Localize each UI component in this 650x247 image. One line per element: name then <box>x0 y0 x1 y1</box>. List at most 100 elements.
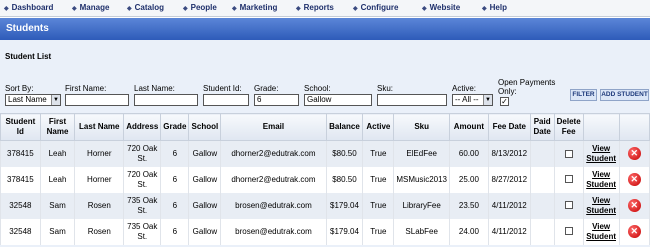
last-name-cell: Rosen <box>74 192 125 219</box>
col-amount[interactable]: Amount <box>449 113 489 141</box>
open-payments-label-2: Only: <box>498 87 517 96</box>
view-student-cell: View Student <box>582 218 620 245</box>
delete-cell: ✕ <box>618 140 650 167</box>
delete-fee-checkbox[interactable] <box>564 175 573 184</box>
col-grade[interactable]: Grade <box>160 113 190 141</box>
col-email[interactable]: Email <box>220 113 327 141</box>
email-cell: dhorner2@edutrak.com <box>220 166 327 193</box>
address-cell: 735 Oak St. <box>123 218 162 245</box>
open-payments-checkbox[interactable]: ✓ <box>500 97 509 106</box>
col-view <box>582 113 620 141</box>
view-student-link[interactable]: View Student <box>586 170 616 189</box>
table-row: 32548 Sam Rosen 735 Oak St. 6 Gallow bros… <box>0 218 650 245</box>
chevron-down-icon: ▼ <box>483 95 492 105</box>
filter-button[interactable]: FILTER <box>570 89 597 101</box>
delete-icon[interactable]: ✕ <box>627 225 641 238</box>
student-id-cell: 32548 <box>0 192 41 219</box>
grade-cell: 6 <box>160 218 190 245</box>
bullet-icon: ◆ <box>353 6 358 12</box>
active-cell: True <box>362 192 395 219</box>
sku-input[interactable] <box>377 94 447 106</box>
first-name-cell: Leah <box>39 140 76 167</box>
delete-icon[interactable]: ✕ <box>627 173 641 186</box>
table-row: 32548 Sam Rosen 735 Oak St. 6 Gallow bros… <box>0 192 650 219</box>
add-student-button[interactable]: ADD STUDENT <box>600 89 649 101</box>
bullet-icon: ◆ <box>296 6 301 12</box>
nav-catalog[interactable]: ◆ Catalog <box>127 3 164 12</box>
balance-cell: $80.50 <box>325 140 364 167</box>
nav-people[interactable]: ◆ People <box>183 3 217 12</box>
last-name-cell: Horner <box>74 140 125 167</box>
view-student-link[interactable]: View Student <box>586 222 616 241</box>
school-cell: Gallow <box>188 166 222 193</box>
nav-dashboard[interactable]: ◆ Dashboard <box>4 3 53 12</box>
view-student-link[interactable]: View Student <box>586 144 616 163</box>
first-name-input[interactable] <box>65 94 129 106</box>
email-cell: brosen@edutrak.com <box>220 218 327 245</box>
nav-reports[interactable]: ◆ Reports <box>296 3 334 12</box>
first-name-cell: Sam <box>39 192 76 219</box>
delete-icon[interactable]: ✕ <box>627 147 641 161</box>
view-student-cell: View Student <box>582 192 620 219</box>
nav-marketing[interactable]: ◆ Marketing <box>232 3 277 12</box>
amount-cell: 24.00 <box>449 218 489 245</box>
col-active[interactable]: Active <box>362 113 395 141</box>
delete-fee-checkbox[interactable] <box>564 149 573 158</box>
active-cell: True <box>362 140 395 167</box>
active-select[interactable]: -- All -- ▼ <box>452 94 493 106</box>
col-last-name[interactable]: Last Name <box>74 113 125 141</box>
student-id-input[interactable] <box>203 94 249 106</box>
last-name-input[interactable] <box>134 94 198 106</box>
sort-by-select[interactable]: Last Name ▼ <box>5 94 61 106</box>
fee-date-cell: 8/27/2012 <box>487 166 531 193</box>
paid-date-cell <box>529 192 555 219</box>
view-student-cell: View Student <box>582 140 620 167</box>
grade-input[interactable]: 6 <box>254 94 299 106</box>
school-input[interactable]: Gallow <box>304 94 372 106</box>
sku-cell: SLabFee <box>393 218 450 245</box>
school-cell: Gallow <box>188 140 222 167</box>
open-payments-label: Open Payments <box>498 78 556 87</box>
col-address[interactable]: Address <box>123 113 162 141</box>
col-sku[interactable]: Sku <box>393 113 450 141</box>
col-student-id[interactable]: Student Id <box>0 113 41 141</box>
delete-fee-checkbox[interactable] <box>564 201 573 210</box>
student-id-cell: 378415 <box>0 140 41 167</box>
grade-label: Grade: <box>254 84 279 93</box>
student-id-cell: 378415 <box>0 166 41 193</box>
address-cell: 720 Oak St. <box>123 140 162 167</box>
bullet-icon: ◆ <box>72 6 77 12</box>
col-fee-date[interactable]: Fee Date <box>487 113 531 141</box>
col-delete-fee[interactable]: Delete Fee <box>553 113 584 141</box>
school-cell: Gallow <box>188 192 222 219</box>
nav-manage[interactable]: ◆ Manage <box>72 3 109 12</box>
email-cell: dhorner2@edutrak.com <box>220 140 327 167</box>
delete-icon[interactable]: ✕ <box>627 199 641 212</box>
table-row: 378415 Leah Horner 720 Oak St. 6 Gallow d… <box>0 140 650 167</box>
school-cell: Gallow <box>188 218 222 245</box>
sort-by-label: Sort By: <box>5 84 34 93</box>
nav-website[interactable]: ◆ Website <box>422 3 460 12</box>
col-balance[interactable]: Balance <box>325 113 364 141</box>
nav-help[interactable]: ◆ Help <box>482 3 507 12</box>
student-id-cell: 32548 <box>0 218 41 245</box>
delete-fee-cell <box>553 218 584 245</box>
email-cell: brosen@edutrak.com <box>220 192 327 219</box>
delete-cell: ✕ <box>618 192 650 219</box>
col-first-name[interactable]: First Name <box>39 113 76 141</box>
col-school[interactable]: School <box>188 113 222 141</box>
delete-fee-cell <box>553 140 584 167</box>
view-student-link[interactable]: View Student <box>586 196 616 215</box>
delete-fee-checkbox[interactable] <box>564 227 573 236</box>
last-name-cell: Horner <box>74 166 125 193</box>
last-name-label: Last Name: <box>134 84 175 93</box>
paid-date-cell <box>529 140 555 167</box>
nav-configure[interactable]: ◆ Configure <box>353 3 398 12</box>
page-title-bar: Students <box>0 18 650 40</box>
amount-cell: 25.00 <box>449 166 489 193</box>
active-label: Active: <box>452 84 477 93</box>
col-paid-date[interactable]: Paid Date <box>529 113 555 141</box>
page-title: Students <box>6 23 49 34</box>
first-name-label: First Name: <box>65 84 107 93</box>
active-cell: True <box>362 166 395 193</box>
